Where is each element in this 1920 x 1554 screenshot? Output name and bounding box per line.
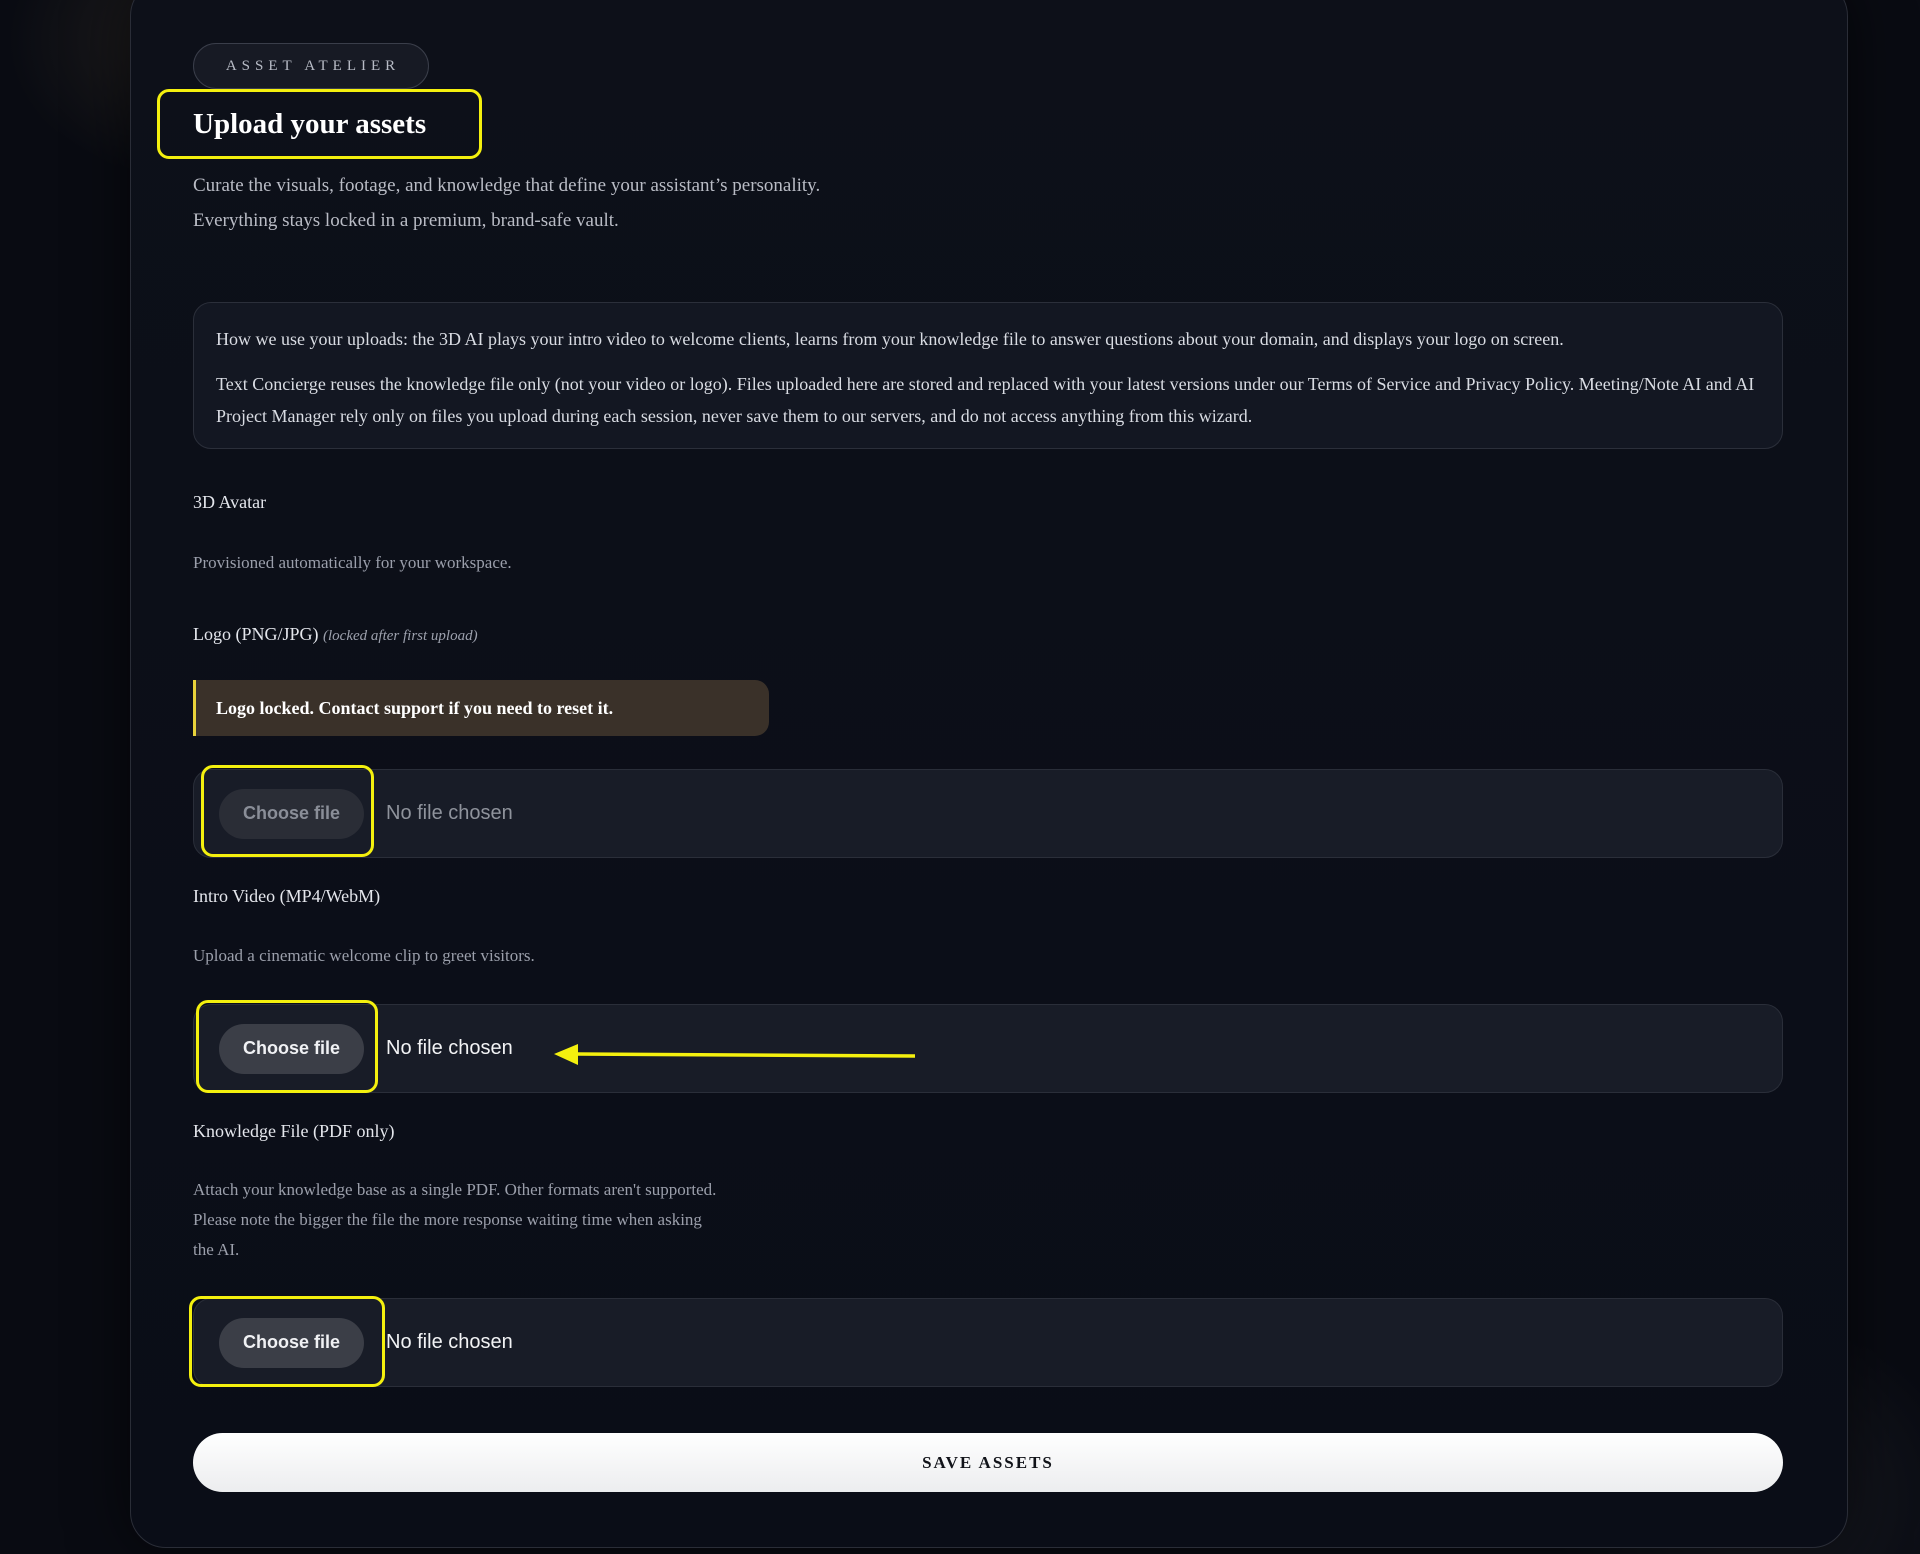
avatar-help: Provisioned automatically for your works… [193, 553, 512, 572]
knowledge-help: Attach your knowledge base as a single P… [193, 1175, 716, 1265]
knowledge-file-status: No file chosen [386, 1331, 513, 1353]
logo-lock-note: (locked after first upload) [323, 628, 478, 644]
logo-file-input: Choose file No file chosen [193, 769, 1783, 858]
logo-locked-alert: Logo locked. Contact support if you need… [193, 680, 769, 736]
knowledge-help-line-3: the AI. [193, 1240, 240, 1259]
logo-label-text: Logo (PNG/JPG) [193, 624, 319, 644]
knowledge-choose-file-button[interactable]: Choose file [219, 1317, 364, 1368]
video-choose-file-button[interactable]: Choose file [219, 1023, 364, 1074]
arrow-annotation [554, 1044, 916, 1065]
video-file-input: Choose file No file chosen [193, 1004, 1783, 1093]
video-help: Upload a cinematic welcome clip to greet… [193, 946, 535, 965]
eyebrow-badge: ASSET ATELIER [193, 43, 429, 89]
save-assets-button[interactable]: SAVE ASSETS [193, 1433, 1783, 1492]
logo-file-status: No file chosen [386, 802, 513, 824]
privacy-info-text: Text Concierge reuses the knowledge file… [216, 374, 1755, 426]
page-title: Upload your assets [193, 108, 427, 140]
usage-info-panel: How we use your uploads: the 3D AI plays… [193, 302, 1783, 449]
page-subtitle: Curate the visuals, footage, and knowled… [193, 168, 820, 238]
video-file-status: No file chosen [386, 1037, 513, 1059]
usage-info-text: How we use your uploads: the 3D AI plays… [216, 329, 1564, 349]
knowledge-help-line-1: Attach your knowledge base as a single P… [193, 1180, 717, 1199]
subtitle-line-2: Everything stays locked in a premium, br… [193, 210, 619, 231]
knowledge-file-input: Choose file No file chosen [193, 1298, 1783, 1387]
logo-label: Logo (PNG/JPG) (locked after first uploa… [193, 624, 478, 645]
subtitle-line-1: Curate the visuals, footage, and knowled… [193, 175, 821, 196]
avatar-label: 3D Avatar [193, 492, 267, 512]
logo-choose-file-button[interactable]: Choose file [219, 788, 364, 839]
knowledge-help-line-2: Please note the bigger the file the more… [193, 1210, 702, 1229]
knowledge-label: Knowledge File (PDF only) [193, 1121, 395, 1141]
arrow-annotation-head [554, 1044, 578, 1065]
arrow-annotation-shaft [575, 1052, 916, 1058]
video-label: Intro Video (MP4/WebM) [193, 886, 381, 906]
